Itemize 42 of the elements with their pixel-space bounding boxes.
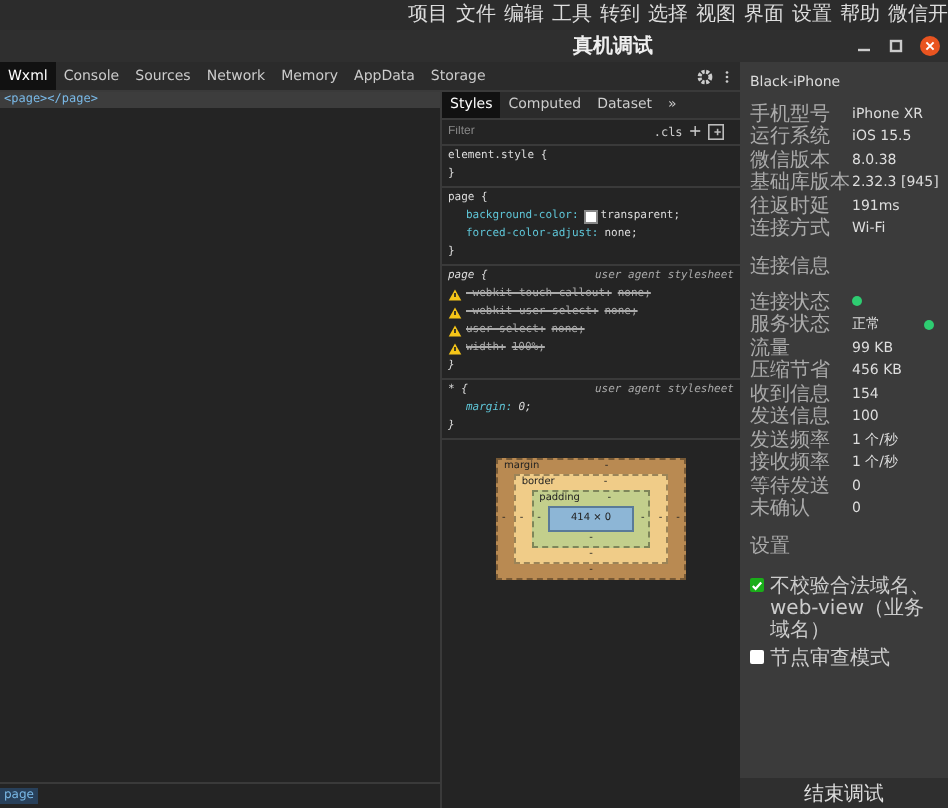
menu-item[interactable]: 转到 bbox=[600, 3, 640, 27]
menu-item[interactable]: 界面 bbox=[744, 3, 784, 27]
info-label: 连接状态 bbox=[750, 289, 832, 314]
info-label: 等待发送 bbox=[750, 473, 832, 498]
info-label: 往返时延 bbox=[750, 193, 832, 218]
menu-item[interactable]: 微信开 bbox=[888, 3, 948, 27]
window-title: 真机调试 bbox=[571, 33, 654, 60]
menu-item[interactable]: 编辑 bbox=[504, 3, 544, 27]
menu-item[interactable]: 帮助 bbox=[840, 3, 880, 27]
checkbox-label: 不校验合法域名、web-view（业务域名） bbox=[770, 576, 932, 642]
info-label: 收到信息 bbox=[750, 381, 832, 406]
info-label: 运行系统 bbox=[750, 123, 832, 149]
section-title: 设置 bbox=[750, 533, 792, 560]
add-button[interactable]: + bbox=[688, 124, 702, 140]
close-icon[interactable] bbox=[919, 36, 940, 56]
info-label: 未确认 bbox=[750, 495, 812, 523]
info-label: 流量 bbox=[750, 335, 790, 360]
menu-item[interactable]: 工具 bbox=[552, 3, 592, 27]
info-label: 压缩节省 bbox=[750, 357, 832, 383]
sidebar-icon[interactable] bbox=[708, 124, 724, 140]
info-label: 基础库版本 bbox=[750, 169, 852, 195]
end-debug-button[interactable]: 结束调试 bbox=[740, 778, 948, 808]
settings-icon[interactable] bbox=[696, 67, 714, 85]
maximize-icon[interactable] bbox=[887, 38, 904, 54]
info-label: 微信版本 bbox=[750, 147, 830, 172]
menu-item[interactable]: 文件 bbox=[456, 3, 496, 27]
info-label: 手机型号 bbox=[750, 101, 832, 126]
menu-item[interactable]: 选择 bbox=[648, 3, 688, 27]
checkbox[interactable] bbox=[750, 578, 764, 592]
info-label: 服务状态 bbox=[750, 311, 832, 337]
more-icon[interactable] bbox=[724, 67, 730, 85]
checkbox-label: 节点审查模式 bbox=[770, 648, 890, 670]
menu-item[interactable]: 设置 bbox=[792, 3, 832, 27]
checkbox[interactable] bbox=[750, 650, 764, 664]
menu-item[interactable]: 视图 bbox=[696, 3, 736, 27]
info-label: 发送频率 bbox=[750, 427, 832, 452]
info-label: 发送信息 bbox=[750, 403, 832, 429]
info-label: 接收频率 bbox=[750, 449, 832, 475]
menu-item[interactable]: 项目 bbox=[408, 3, 448, 27]
info-label: 连接方式 bbox=[750, 215, 832, 243]
color-swatch[interactable] bbox=[584, 210, 599, 224]
section-title: 连接信息 bbox=[750, 253, 832, 280]
